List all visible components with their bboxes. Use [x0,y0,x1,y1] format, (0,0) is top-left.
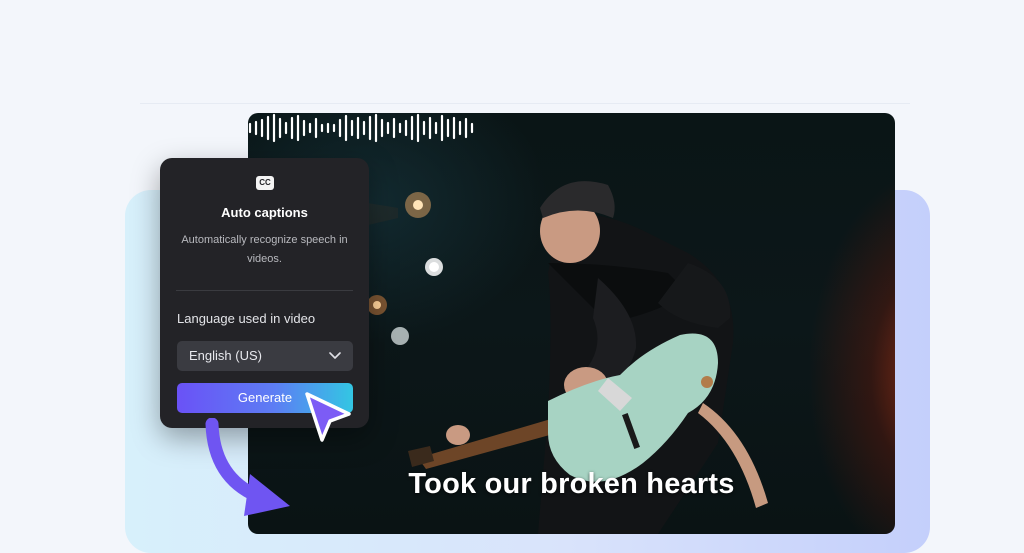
chevron-down-icon [329,352,341,359]
video-caption: Took our broken hearts [408,468,735,500]
panel-title: Auto captions [221,205,308,220]
audio-waveform-icon [248,113,474,143]
closed-captions-icon: CC [256,176,274,190]
language-select[interactable]: English (US) [177,341,353,371]
language-label: Language used in video [177,311,316,326]
language-select-value: English (US) [189,348,262,363]
auto-captions-panel: CC Auto captions Automatically recognize… [160,158,369,428]
mouse-cursor-icon [305,392,351,442]
curved-arrow-icon [205,418,290,516]
divider-line [140,103,910,104]
panel-divider [176,290,353,291]
panel-description: Automatically recognize speech in videos… [181,234,348,265]
